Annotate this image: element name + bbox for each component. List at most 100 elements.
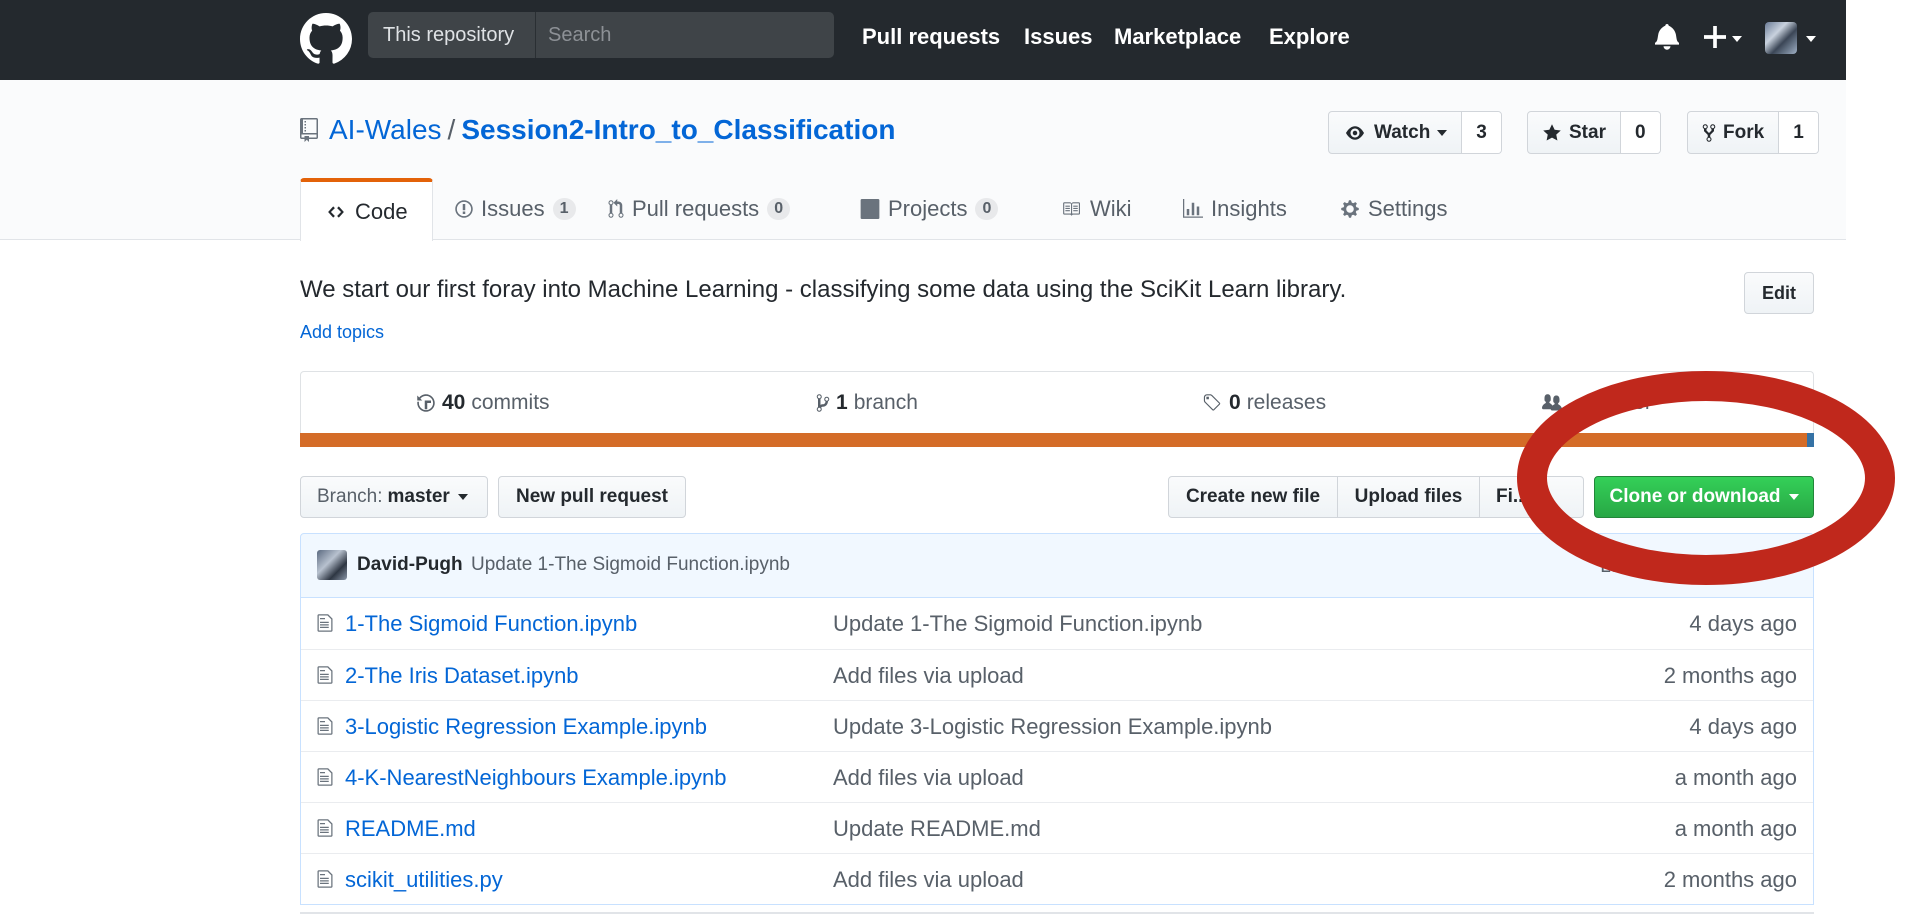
find-file-button[interactable]: Fi...ile — [1479, 476, 1584, 518]
tab-settings[interactable]: Settings — [1340, 178, 1448, 240]
file-name-link[interactable]: 4-K-NearestNeighbours Example.ipynb — [345, 765, 727, 791]
file-commit-message[interactable]: Add files via upload — [833, 867, 1024, 893]
github-logo[interactable] — [300, 13, 352, 65]
file-age: a month ago — [1674, 765, 1797, 790]
repo-icon — [300, 118, 318, 142]
commits-count: 40 — [442, 391, 466, 414]
file-icon — [317, 614, 333, 632]
file-name-link[interactable]: README.md — [345, 816, 476, 842]
add-topics-link[interactable]: Add topics — [300, 322, 384, 343]
repo-name-link[interactable]: Session2-Intro_to_Classification — [461, 114, 895, 145]
branch-name: master — [387, 486, 450, 507]
user-avatar[interactable] — [1765, 22, 1797, 54]
pull-request-icon — [608, 199, 624, 218]
tab-projects-counter: 0 — [975, 198, 999, 220]
branch-caret-icon — [457, 494, 468, 500]
plus-icon[interactable] — [1704, 26, 1726, 48]
branches-count: 1 — [836, 391, 848, 414]
tab-projects-label: Projects — [888, 196, 968, 221]
watch-button[interactable]: Watch — [1329, 112, 1463, 153]
file-row: 2-The Iris Dataset.ipynb Add files via u… — [301, 649, 1813, 700]
file-commit-message[interactable]: Update 3-Logistic Regression Example.ipy… — [833, 714, 1272, 740]
commits-link[interactable]: 40 commits — [416, 372, 550, 434]
new-pull-request-button[interactable]: New pull request — [498, 476, 686, 518]
star-count[interactable]: 0 — [1620, 112, 1660, 153]
language-bar-python — [1807, 433, 1814, 447]
tab-wiki[interactable]: Wiki — [1060, 178, 1132, 240]
star-label: Star — [1569, 121, 1606, 143]
bell-icon[interactable] — [1655, 22, 1679, 50]
fork-button[interactable]: Fork — [1688, 112, 1780, 153]
branches-link[interactable]: 1 branch — [816, 372, 918, 434]
tag-icon — [1203, 394, 1221, 411]
language-bar[interactable] — [300, 433, 1814, 447]
file-icon — [317, 819, 333, 837]
file-commit-message[interactable]: Update README.md — [833, 816, 1041, 842]
fork-icon — [1702, 123, 1716, 142]
commit-author-avatar[interactable] — [317, 550, 347, 580]
file-name-link[interactable]: 2-The Iris Dataset.ipynb — [345, 663, 579, 689]
fork-count[interactable]: 1 — [1779, 112, 1818, 153]
branch-select-button[interactable]: Branch: master — [300, 476, 488, 518]
tab-code[interactable]: Code — [300, 178, 433, 241]
nav-marketplace[interactable]: Marketplace — [1114, 0, 1241, 80]
tab-pull-requests-label: Pull requests — [632, 196, 760, 221]
tab-issues[interactable]: Issues 1 — [455, 178, 576, 240]
file-name-link[interactable]: 3-Logistic Regression Example.ipynb — [345, 714, 707, 740]
file-row: 3-Logistic Regression Example.ipynb Upda… — [301, 700, 1813, 751]
file-age: a month ago — [1674, 816, 1797, 841]
branches-label: branch — [853, 391, 918, 414]
nav-pull-requests[interactable]: Pull requests — [862, 0, 1000, 80]
tab-insights[interactable]: Insights — [1183, 178, 1287, 240]
file-icon — [317, 768, 333, 786]
latest-commit-label: Latest comm — [1600, 556, 1709, 577]
file-age: 4 days ago — [1689, 714, 1797, 739]
search-input[interactable] — [536, 12, 834, 58]
watch-count[interactable]: 3 — [1462, 112, 1501, 153]
file-commit-message[interactable]: Add files via upload — [833, 765, 1024, 791]
nav-explore[interactable]: Explore — [1269, 0, 1350, 80]
nav-issues[interactable]: Issues — [1024, 0, 1093, 80]
file-name-link[interactable]: 1-The Sigmoid Function.ipynb — [345, 611, 637, 637]
file-icon — [317, 870, 333, 888]
fork-button-group: Fork 1 — [1687, 111, 1819, 154]
releases-link[interactable]: 0 releases — [1201, 372, 1326, 434]
graph-icon — [1183, 199, 1203, 218]
code-icon — [328, 205, 344, 218]
commit-message[interactable]: Update 1-The Sigmoid Function.ipynb — [471, 554, 790, 576]
repo-title-separator: / — [447, 114, 456, 145]
eye-icon — [1346, 125, 1364, 140]
tab-issues-counter: 1 — [552, 198, 576, 220]
project-icon — [860, 199, 880, 219]
file-name-link[interactable]: scikit_utilities.py — [345, 867, 503, 893]
file-row: 1-The Sigmoid Function.ipynb Update 1-Th… — [301, 598, 1813, 649]
file-icon — [317, 717, 333, 735]
tab-wiki-label: Wiki — [1090, 196, 1132, 221]
upload-files-button[interactable]: Upload files — [1337, 476, 1480, 518]
people-icon — [1542, 394, 1562, 411]
commit-author[interactable]: David-Pugh — [357, 554, 463, 576]
search-scope-label: This repository — [368, 12, 536, 58]
clone-or-download-button[interactable]: Clone or download — [1594, 476, 1814, 518]
commits-label: commits — [471, 391, 550, 414]
file-commit-message[interactable]: Add files via upload — [833, 663, 1024, 689]
star-button[interactable]: Star — [1528, 112, 1621, 153]
contributors-link[interactable]: ...tributor — [1541, 372, 1652, 434]
tab-pull-requests[interactable]: Pull requests 0 — [608, 178, 791, 240]
edit-description-button[interactable]: Edit — [1744, 272, 1814, 314]
file-row: 4-K-NearestNeighbours Example.ipynb Add … — [301, 751, 1813, 802]
plus-caret-icon — [1732, 36, 1742, 42]
clone-label: Clone or download — [1609, 486, 1781, 507]
repo-title: AI-Wales / Session2-Intro_to_Classificatio… — [329, 112, 895, 148]
watch-label: Watch — [1374, 121, 1431, 143]
create-new-file-button[interactable]: Create new file — [1168, 476, 1338, 518]
repo-owner-link[interactable]: AI-Wales — [329, 114, 442, 145]
releases-label: releases — [1246, 391, 1327, 414]
tab-projects[interactable]: Projects 0 — [860, 178, 999, 240]
contributors-label: ...tributor — [1569, 391, 1652, 414]
file-commit-message[interactable]: Update 1-The Sigmoid Function.ipynb — [833, 611, 1202, 637]
numbers-summary: 40 commits 1 branch 0 releases ...tribut… — [300, 371, 1814, 433]
tab-code-label: Code — [355, 198, 408, 224]
file-icon — [317, 666, 333, 684]
tab-pull-requests-counter: 0 — [767, 198, 791, 220]
